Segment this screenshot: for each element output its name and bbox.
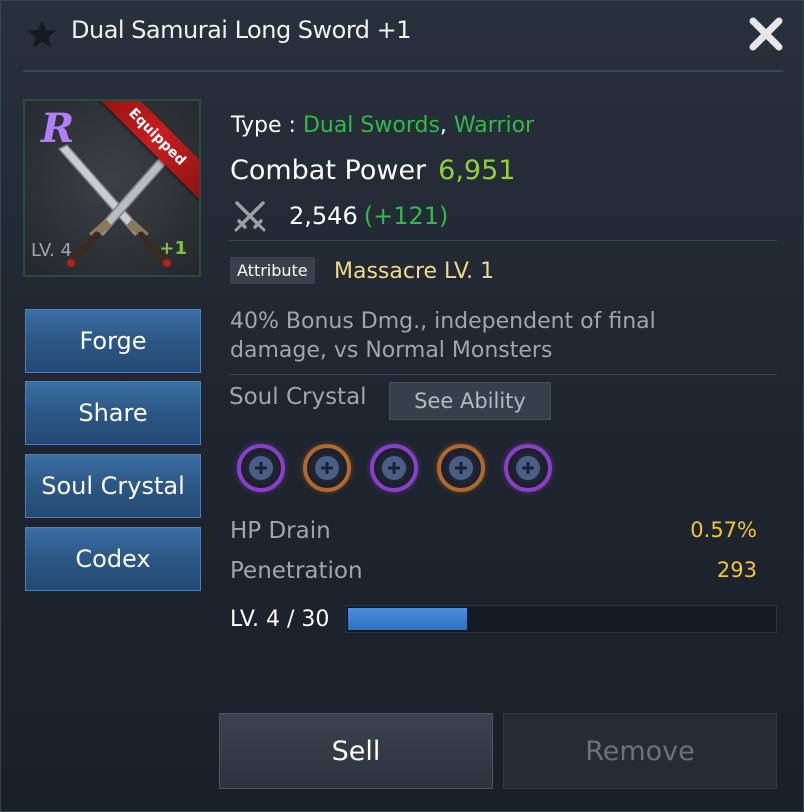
type-row: Type : Dual Swords, Warrior bbox=[231, 113, 534, 138]
see-ability-button[interactable]: See Ability bbox=[389, 382, 551, 420]
soul-crystal-button[interactable]: Soul Crystal bbox=[25, 454, 201, 518]
soul-slot-2[interactable] bbox=[303, 444, 351, 492]
combat-power-label: Combat Power bbox=[230, 155, 427, 186]
forge-button[interactable]: Forge bbox=[25, 309, 201, 373]
plus-icon bbox=[449, 456, 473, 480]
item-enhance-level: +1 bbox=[159, 238, 187, 259]
stat-value-hp-drain: 0.57% bbox=[690, 518, 757, 542]
exp-bar bbox=[345, 605, 777, 633]
plus-icon bbox=[249, 456, 273, 480]
rarity-letter: R bbox=[41, 105, 75, 152]
item-title: Dual Samurai Long Sword +1 bbox=[71, 16, 412, 44]
type-separator: , bbox=[439, 113, 447, 138]
attribute-description: 40% Bonus Dmg., independent of final dam… bbox=[230, 309, 656, 363]
plus-icon bbox=[516, 456, 540, 480]
soul-crystal-label: Soul Crystal bbox=[229, 384, 367, 410]
soul-slot-1[interactable] bbox=[237, 444, 285, 492]
attribute-badge: Attribute bbox=[230, 257, 315, 284]
combat-power-value: 6,951 bbox=[438, 155, 516, 186]
type-value: Dual Swords bbox=[302, 113, 440, 138]
header: Dual Samurai Long Sword +1 bbox=[1, 1, 804, 72]
class-value: Warrior bbox=[453, 113, 535, 138]
plus-icon bbox=[382, 456, 406, 480]
soul-slot-3[interactable] bbox=[370, 444, 418, 492]
plus-icon bbox=[315, 456, 339, 480]
attribute-value: Massacre LV. 1 bbox=[334, 259, 495, 284]
codex-button[interactable]: Codex bbox=[25, 527, 201, 591]
header-divider bbox=[23, 70, 783, 72]
sell-button[interactable]: Sell bbox=[219, 713, 493, 789]
divider bbox=[229, 240, 777, 241]
exp-bar-fill bbox=[348, 608, 467, 630]
combat-power-row: Combat Power 6,951 bbox=[230, 155, 515, 186]
share-button[interactable]: Share bbox=[25, 381, 201, 445]
type-label: Type : bbox=[231, 113, 296, 138]
remove-button[interactable]: Remove bbox=[503, 713, 777, 789]
exp-level-label: LV. 4 / 30 bbox=[230, 607, 330, 632]
item-detail-panel: Dual Samurai Long Sword +1 R Equipped LV… bbox=[0, 0, 804, 812]
divider bbox=[229, 374, 777, 375]
close-icon[interactable] bbox=[747, 15, 785, 53]
item-icon-frame: R Equipped LV. 4 +1 bbox=[23, 99, 201, 277]
attack-row: 2,546 (+121) bbox=[233, 199, 448, 233]
stat-name-penetration: Penetration bbox=[230, 558, 363, 584]
soul-slot-4[interactable] bbox=[437, 444, 485, 492]
soul-slot-5[interactable] bbox=[504, 444, 552, 492]
item-level: LV. 4 bbox=[31, 240, 72, 261]
stat-value-penetration: 293 bbox=[716, 558, 757, 582]
stat-name-hp-drain: HP Drain bbox=[230, 518, 331, 544]
attack-value: 2,546 bbox=[289, 202, 358, 230]
attack-bonus: (+121) bbox=[363, 202, 449, 230]
star-icon[interactable] bbox=[25, 17, 59, 51]
crossed-swords-icon bbox=[234, 201, 266, 232]
